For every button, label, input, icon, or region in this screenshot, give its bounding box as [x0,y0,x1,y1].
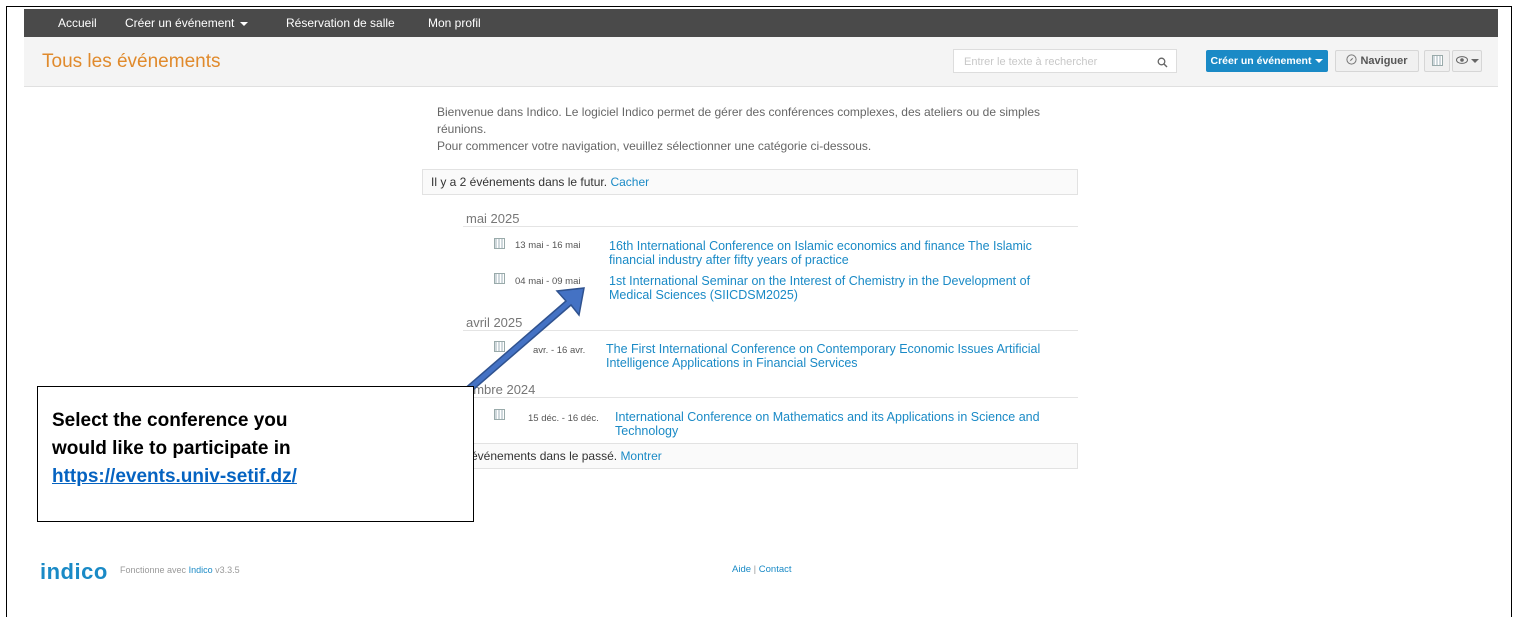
eye-icon [1455,56,1468,64]
calendar-icon [1431,55,1443,66]
callout-line-1: Select the conference you [52,410,288,431]
hide-future-link[interactable]: Cacher [610,175,649,189]
future-events-text: Il y a 2 événements dans le futur. [431,175,608,189]
event-date: 15 déc. - 16 déc. [528,413,599,424]
month-header: embre 2024 [466,382,536,397]
instruction-callout: Select the conference you would like to … [37,386,474,522]
search-icon[interactable] [1157,55,1168,73]
search-input[interactable] [962,51,1156,73]
calendar-icon [494,341,505,352]
page-title: Tous les événements [42,51,221,72]
screenshot-frame [6,6,1512,617]
chevron-down-icon [1470,59,1479,64]
past-events-text: événements dans le passé. [471,449,618,463]
month-divider [463,330,1078,331]
intro-instructions: Pour commencer votre navigation, veuille… [437,139,872,153]
event-title-link[interactable]: 16th International Conference on Islamic… [609,239,1059,267]
calendar-icon [494,238,505,249]
powered-by-prefix: Fonctionne avec [120,565,187,575]
event-date: 04 mai - 09 mai [515,276,581,287]
calendar-export-button[interactable] [1424,50,1450,72]
create-event-button[interactable]: Créer un événement [1206,50,1328,72]
footer-links: Aide | Contact [732,564,792,575]
create-event-label: Créer un événement [1210,55,1312,67]
footer-separator: | [753,564,757,575]
powered-by-text: Fonctionne avec Indico v3.3.5 [120,565,240,575]
chevron-down-icon [240,21,249,26]
nav-room-booking[interactable]: Réservation de salle [286,9,395,37]
indico-link[interactable]: Indico [189,565,213,575]
view-options-button[interactable] [1452,50,1482,72]
event-date: 13 mai - 16 mai [515,240,581,251]
contact-link[interactable]: Contact [759,564,792,575]
nav-my-profile[interactable]: Mon profil [428,9,481,37]
compass-icon [1346,54,1358,65]
nav-create-event[interactable]: Créer un événement [125,9,249,37]
chevron-down-icon [1315,59,1324,64]
nav-create-event-label: Créer un événement [125,16,235,30]
month-divider [463,397,1078,398]
page-header: Tous les événements Créer un événement N… [24,37,1498,87]
indico-logo[interactable]: indico [40,559,108,585]
month-header: avril 2025 [466,315,523,330]
event-date: avr. - 16 avr. [533,345,586,356]
version-text: v3.3.5 [215,565,240,575]
top-nav-bar: Accueil Créer un événement Réservation d… [24,9,1498,37]
month-divider [463,226,1078,227]
show-past-link[interactable]: Montrer [620,449,661,463]
intro-welcome: Bienvenue dans Indico. Le logiciel Indic… [437,105,1041,136]
callout-line-2: would like to participate in [52,438,291,459]
event-title-link[interactable]: International Conference on Mathematics … [615,410,1065,438]
month-header: mai 2025 [466,211,520,226]
browse-label: Naviguer [1360,55,1408,67]
nav-accueil[interactable]: Accueil [58,9,97,37]
past-events-banner: événements dans le passé. Montrer [422,443,1078,469]
callout-url-link[interactable]: https://events.univ-setif.dz/ [52,463,473,491]
search-box [953,49,1177,73]
calendar-icon [494,273,505,284]
event-title-link[interactable]: The First International Conference on Co… [606,342,1066,370]
calendar-icon [494,409,505,420]
event-title-link[interactable]: 1st International Seminar on the Interes… [609,274,1059,302]
future-events-banner: Il y a 2 événements dans le futur. Cache… [422,169,1078,195]
intro-section: Bienvenue dans Indico. Le logiciel Indic… [437,104,1078,155]
browse-button[interactable]: Naviguer [1335,50,1419,72]
help-link[interactable]: Aide [732,564,751,575]
